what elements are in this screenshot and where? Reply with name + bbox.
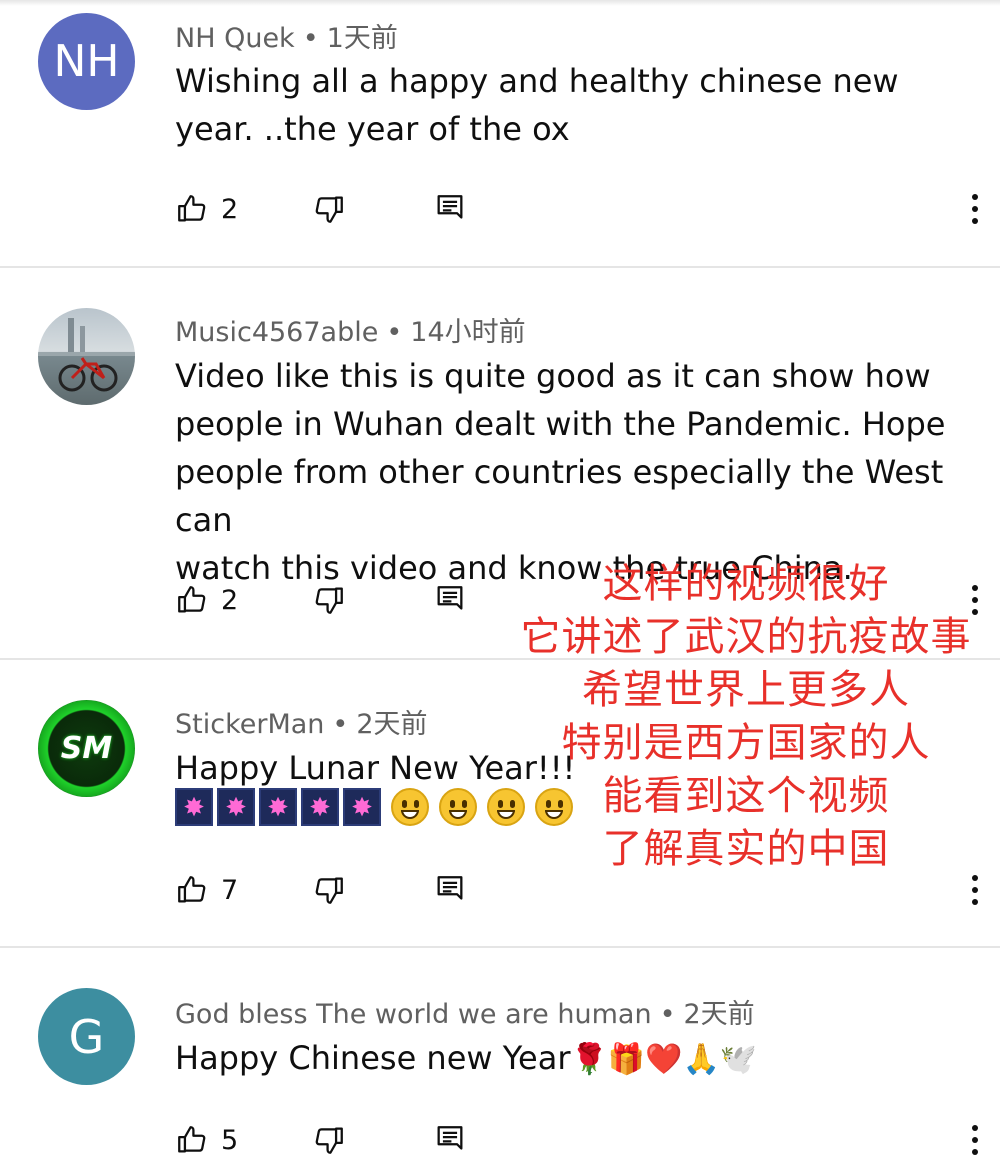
comment-line: people from other countries especially t…	[175, 453, 944, 539]
avatar-initials: NH	[53, 36, 120, 87]
reply-button[interactable]	[433, 580, 467, 620]
dislike-button[interactable]	[312, 189, 346, 229]
comment-meta: NH Quek • 1天前	[175, 16, 398, 55]
overlay-line: 这样的视频很好	[602, 561, 890, 607]
meta-separator: •	[332, 709, 349, 740]
like-button[interactable]: 5	[175, 1120, 238, 1160]
comment-actions: 7	[175, 870, 985, 910]
avatar-initials: G	[68, 1009, 105, 1064]
comment-actions: 5	[175, 1120, 985, 1160]
overlay-line: 特别是西方国家的人	[561, 720, 931, 766]
thumb-up-icon	[178, 586, 206, 613]
avatar[interactable]: SM	[38, 700, 135, 797]
dislike-button[interactable]	[312, 1120, 346, 1160]
overlay-line: 希望世界上更多人	[582, 667, 910, 713]
like-count: 7	[221, 874, 239, 906]
bicycle-photo-icon	[38, 318, 135, 392]
fireworks-icon: ✸	[301, 788, 339, 826]
timestamp: 2天前	[356, 709, 428, 740]
comment-text: Wishing all a happy and healthy chinese …	[175, 57, 975, 153]
meta-separator: •	[386, 317, 403, 348]
translation-overlay: 这样的视频很好 它讲述了武汉的抗疫故事 希望世界上更多人 特别是西方国家的人 能…	[498, 558, 994, 876]
fireworks-icon: ✸	[343, 788, 381, 826]
author-name[interactable]: StickerMan	[175, 709, 324, 740]
reply-button[interactable]	[433, 870, 467, 910]
avatar[interactable]: NH	[38, 13, 135, 110]
overlay-line: 它讲述了武汉的抗疫故事	[520, 614, 972, 660]
like-button[interactable]: 2	[175, 580, 238, 620]
thumb-down-icon	[315, 196, 343, 223]
avatar-initials: SM	[60, 731, 113, 766]
thumb-down-icon	[315, 877, 343, 904]
comment-line: Wishing all a happy and healthy chinese …	[175, 62, 899, 100]
author-name[interactable]: God bless The world we are human	[175, 999, 652, 1030]
fireworks-icon: ✸	[217, 788, 255, 826]
like-count: 2	[221, 584, 239, 616]
dislike-button[interactable]	[312, 870, 346, 910]
comment-actions: 2	[175, 189, 985, 229]
comment-line: people in Wuhan dealt with the Pandemic.…	[175, 405, 946, 443]
comment-line: Video like this is quite good as it can …	[175, 357, 931, 395]
fireworks-icon: ✸	[175, 788, 213, 826]
thumb-down-icon	[315, 1127, 343, 1154]
timestamp: 14小时前	[410, 317, 526, 348]
avatar[interactable]	[38, 308, 135, 405]
thumb-down-icon	[315, 587, 343, 614]
more-options-button[interactable]	[965, 870, 985, 910]
reply-icon	[437, 1126, 463, 1150]
more-vert-icon	[972, 1125, 978, 1131]
reply-button[interactable]	[433, 189, 467, 229]
overlay-line: 能看到这个视频	[602, 773, 890, 819]
grinning-face-icon	[439, 788, 477, 826]
comment-line: year. ..the year of the ox	[175, 110, 570, 148]
more-vert-icon	[972, 194, 978, 200]
comment-meta: Music4567able • 14小时前	[175, 310, 526, 349]
grinning-face-icon	[391, 788, 429, 826]
comment-line: Happy Chinese new Year	[175, 1039, 571, 1077]
comment-text: Video like this is quite good as it can …	[175, 352, 975, 592]
author-name[interactable]: NH Quek	[175, 23, 295, 54]
comment-item: NH NH Quek • 1天前 Wishing all a happy and h…	[0, 0, 1000, 268]
fireworks-icon: ✸	[259, 788, 297, 826]
thumb-up-icon	[178, 195, 206, 222]
more-options-button[interactable]	[965, 189, 985, 229]
timestamp: 1天前	[326, 23, 398, 54]
reply-icon	[437, 195, 463, 219]
comment-meta: God bless The world we are human • 2天前	[175, 992, 755, 1031]
like-count: 2	[221, 193, 239, 225]
thumb-up-icon	[178, 1126, 206, 1153]
comment-text: Happy Chinese new Year🌹🎁❤️🙏🕊️	[175, 1034, 975, 1084]
dislike-button[interactable]	[312, 580, 346, 620]
meta-separator: •	[659, 999, 676, 1030]
reply-icon	[437, 876, 463, 900]
avatar[interactable]: G	[38, 988, 135, 1085]
overlay-line: 了解真实的中国	[602, 826, 890, 872]
author-name[interactable]: Music4567able	[175, 317, 378, 348]
reply-icon	[437, 586, 463, 610]
thumb-up-icon	[178, 876, 206, 903]
comment-item: G God bless The world we are human • 2天前 H…	[0, 948, 1000, 1156]
like-button[interactable]: 7	[175, 870, 238, 910]
meta-separator: •	[302, 23, 319, 54]
reply-button[interactable]	[433, 1120, 467, 1160]
timestamp: 2天前	[683, 999, 755, 1030]
more-options-button[interactable]	[965, 1120, 985, 1160]
like-count: 5	[221, 1124, 239, 1156]
comment-meta: StickerMan • 2天前	[175, 702, 428, 741]
like-button[interactable]: 2	[175, 189, 238, 229]
emoji-sequence: 🌹🎁❤️🙏🕊️	[570, 1042, 758, 1077]
